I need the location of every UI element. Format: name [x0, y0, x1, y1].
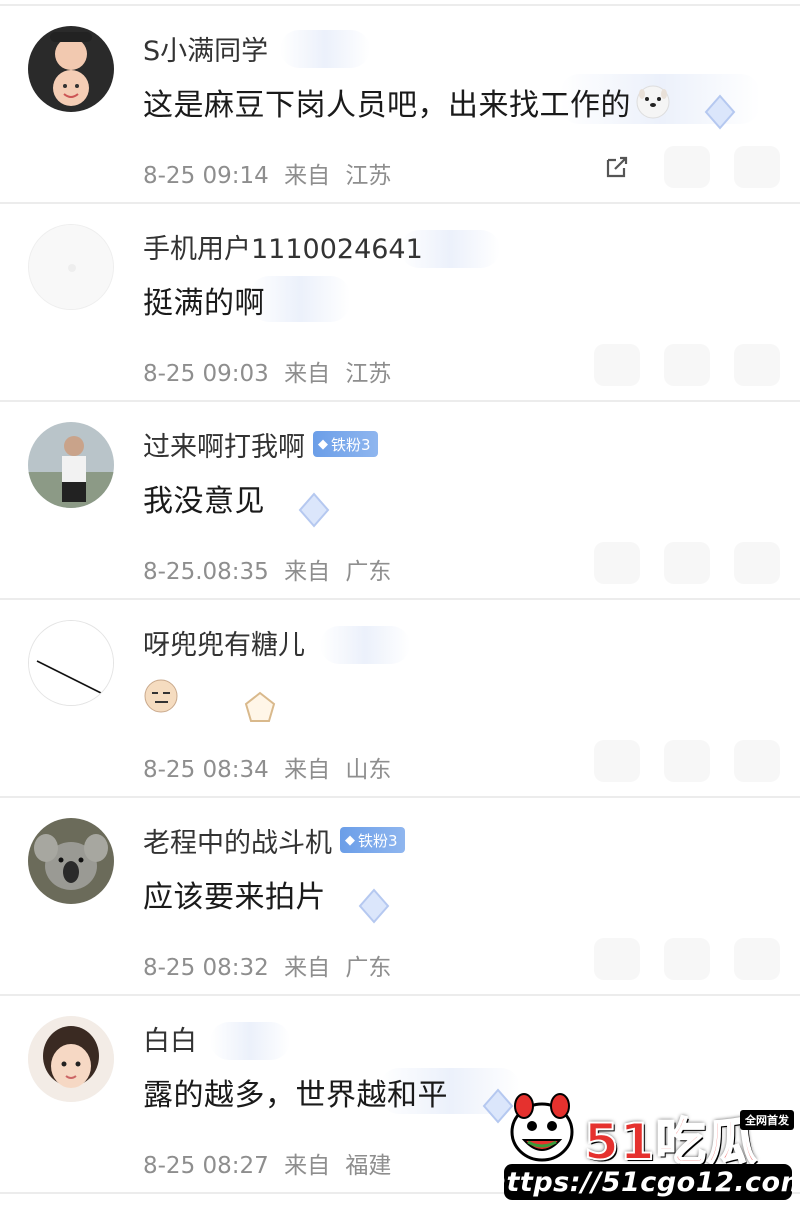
comment-item: 过来啊打我啊 ◆ 铁粉3 我没意见 8-25.08:35 来自 广东	[0, 400, 800, 598]
diamond-icon: ◆	[318, 436, 328, 452]
repost-button[interactable]	[664, 740, 710, 782]
comment-item: 手机用户1110024641 挺满的啊 8-25 09:03 来自 江苏	[0, 202, 800, 400]
watermark-mascot-icon	[510, 1093, 574, 1162]
like-button[interactable]	[734, 740, 780, 782]
comment-list: S小满同学 这是麻豆下岗人员吧，出来找工作的 8-25 09:14 来自 江苏	[0, 0, 800, 1210]
awkward-emoji	[143, 678, 179, 714]
comment-location: 福建	[345, 1153, 392, 1179]
avatar[interactable]	[28, 26, 114, 112]
comment-from: 来自	[284, 559, 331, 585]
username[interactable]: 呀兜兜有糖儿	[143, 623, 305, 662]
avatar[interactable]	[28, 422, 114, 508]
comment-text: 露的越多，世界越和平	[143, 1078, 448, 1113]
comment-date: 8-25 09:03	[143, 361, 269, 387]
comment-meta: 8-25 08:27 来自 福建	[143, 1146, 391, 1180]
comment-date: 8-25.08:35	[143, 559, 269, 585]
comment-actions	[594, 938, 780, 980]
comment-actions	[594, 542, 780, 584]
dog-emoji	[635, 84, 671, 120]
avatar[interactable]	[28, 620, 114, 706]
avatar[interactable]	[28, 1016, 114, 1102]
username[interactable]: 过来啊打我啊	[143, 425, 305, 464]
comment-from: 来自	[284, 1153, 331, 1179]
comment-actions	[594, 146, 780, 188]
comment-content-row: 挺满的啊	[143, 276, 265, 324]
username[interactable]: 老程中的战斗机	[143, 821, 332, 860]
username-row: 白白	[143, 1018, 197, 1058]
comment-content-row	[143, 672, 179, 720]
comment-item: S小满同学 这是麻豆下岗人员吧，出来找工作的 8-25 09:14 来自 江苏	[0, 4, 800, 202]
comment-meta: 8-25 08:32 来自 广东	[143, 948, 391, 982]
diamond-sticker	[298, 492, 330, 528]
share-icon	[606, 156, 628, 178]
repost-button[interactable]	[664, 344, 710, 386]
fan-badge[interactable]: ◆ 铁粉3	[313, 431, 378, 457]
comment-actions	[594, 740, 780, 782]
repost-button[interactable]	[664, 146, 710, 188]
like-button[interactable]	[734, 146, 780, 188]
comment-from: 来自	[284, 361, 331, 387]
comment-content-row: 露的越多，世界越和平	[143, 1068, 448, 1116]
comment-item: 老程中的战斗机 ◆ 铁粉3 应该要来拍片 8-25 08:32 来自 广东	[0, 796, 800, 994]
comment-content-row: 应该要来拍片	[143, 870, 326, 918]
comment-date: 8-25 08:27	[143, 1153, 269, 1179]
comment-item: 呀兜兜有糖儿 8-25 08:34 来自 山东	[0, 598, 800, 796]
username[interactable]: 白白	[143, 1019, 197, 1058]
watermark-url[interactable]: https://51cgo12.com	[487, 1164, 800, 1200]
diamond-icon: ◆	[345, 832, 355, 848]
comment-meta: 8-25 08:34 来自 山东	[143, 750, 391, 784]
comment-location: 江苏	[345, 361, 392, 387]
diamond-sticker	[358, 888, 390, 924]
comment-from: 来自	[284, 955, 331, 981]
comment-text: 应该要来拍片	[143, 880, 326, 915]
watermark: 51吃瓜 全网首发 https://51cgo12.com	[487, 1088, 800, 1200]
share-button[interactable]	[594, 938, 640, 980]
comment-from: 来自	[284, 163, 331, 189]
comment-location: 山东	[345, 757, 392, 783]
comment-date: 8-25 08:34	[143, 757, 269, 783]
like-button[interactable]	[734, 938, 780, 980]
share-button[interactable]	[594, 146, 640, 188]
comment-date: 8-25 09:14	[143, 163, 269, 189]
comment-text: 我没意见	[143, 484, 265, 519]
comment-meta: 8-25.08:35 来自 广东	[143, 552, 391, 586]
comment-location: 广东	[345, 955, 392, 981]
diamond-sticker	[704, 94, 736, 130]
fan-badge[interactable]: ◆ 铁粉3	[340, 827, 405, 853]
comment-text: 挺满的啊	[143, 286, 265, 321]
username[interactable]: S小满同学	[143, 29, 268, 68]
comment-meta: 8-25 09:14 来自 江苏	[143, 156, 391, 190]
username[interactable]: 手机用户1110024641	[143, 227, 423, 266]
username-row: 老程中的战斗机 ◆ 铁粉3	[143, 820, 405, 860]
comment-location: 江苏	[345, 163, 392, 189]
like-button[interactable]	[734, 344, 780, 386]
username-row: 过来啊打我啊 ◆ 铁粉3	[143, 424, 378, 464]
share-button[interactable]	[594, 740, 640, 782]
comment-content-row: 这是麻豆下岗人员吧，出来找工作的	[143, 78, 671, 126]
avatar[interactable]	[28, 818, 114, 904]
pentagon-sticker	[244, 691, 276, 722]
comment-text: 这是麻豆下岗人员吧，出来找工作的	[143, 88, 631, 123]
username-row: 手机用户1110024641	[143, 226, 423, 266]
comment-actions	[594, 344, 780, 386]
comment-location: 广东	[345, 559, 392, 585]
share-button[interactable]	[594, 542, 640, 584]
like-button[interactable]	[734, 542, 780, 584]
repost-button[interactable]	[664, 542, 710, 584]
comment-date: 8-25 08:32	[143, 955, 269, 981]
username-row: 呀兜兜有糖儿	[143, 622, 305, 662]
comment-content-row: 我没意见	[143, 474, 265, 522]
avatar[interactable]	[28, 224, 114, 310]
comment-from: 来自	[284, 757, 331, 783]
username-row: S小满同学	[143, 28, 268, 68]
repost-button[interactable]	[664, 938, 710, 980]
watermark-tag: 全网首发	[740, 1110, 794, 1130]
comment-meta: 8-25 09:03 来自 江苏	[143, 354, 391, 388]
share-button[interactable]	[594, 344, 640, 386]
